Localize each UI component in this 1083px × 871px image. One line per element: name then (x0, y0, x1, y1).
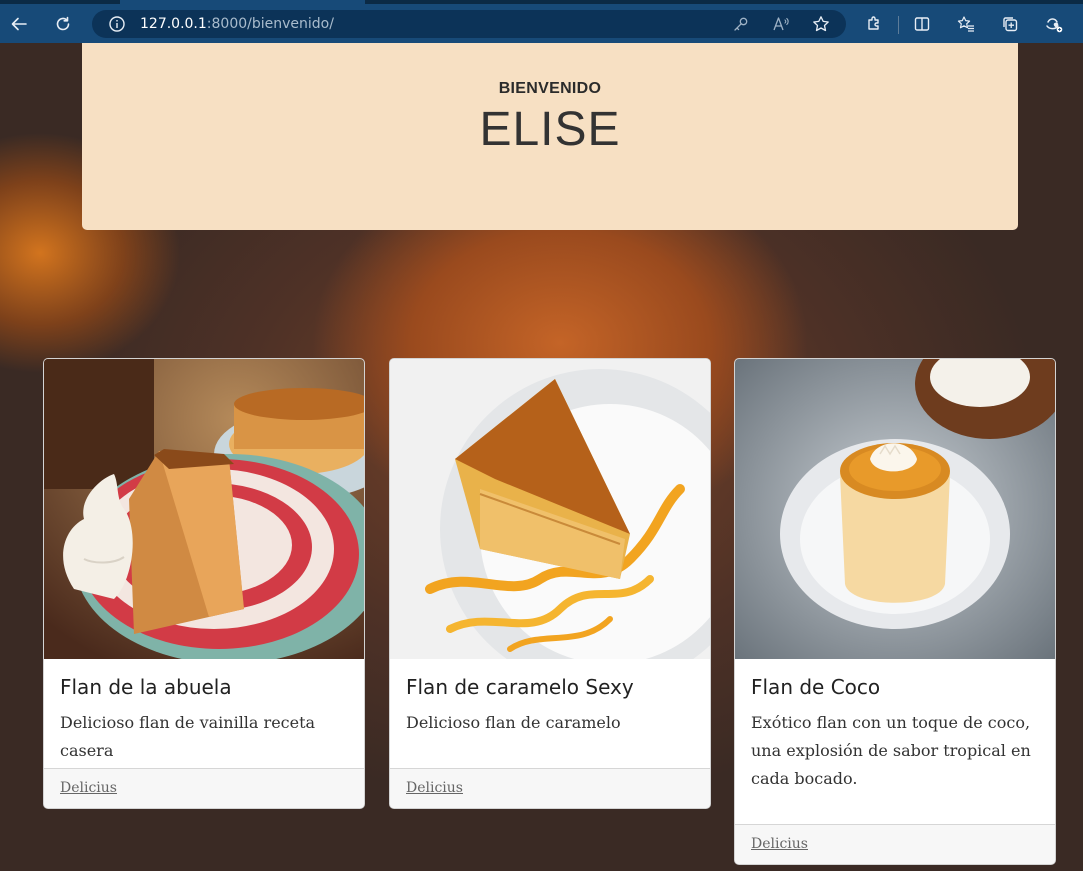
collections-button[interactable] (995, 9, 1025, 39)
card-body: Flan de caramelo Sexy Delicioso flan de … (390, 659, 710, 737)
card-link[interactable]: Delicius (406, 780, 463, 796)
toolbar-separator (898, 16, 899, 34)
card-text: Exótico flan con un toque de coco, una e… (751, 713, 1031, 788)
refresh-button[interactable] (48, 9, 78, 39)
page-background: BIENVENIDO ELISE Flan de la abuela Delic… (0, 43, 1083, 871)
refresh-icon (56, 16, 70, 31)
card-image (735, 359, 1055, 659)
user-name-heading: ELISE (479, 103, 621, 156)
back-icon (11, 17, 27, 31)
extensions-icon (868, 16, 879, 30)
copilot-button[interactable] (1039, 9, 1069, 39)
card-footer: Delicius (735, 824, 1055, 864)
card-body: Flan de Coco Exótico flan con un toque d… (735, 659, 1055, 793)
card-text: Delicioso flan de vainilla receta casera (60, 713, 316, 760)
card-footer: Delicius (390, 768, 710, 808)
card-title: Flan de la abuela (60, 675, 232, 699)
card-image (44, 359, 364, 659)
key-icon[interactable] (732, 15, 750, 33)
flan-caramelo-photo (390, 359, 710, 659)
welcome-banner: BIENVENIDO ELISE (82, 43, 1018, 230)
info-icon[interactable] (108, 15, 126, 33)
card-flan-abuela[interactable]: Flan de la abuela Delicioso flan de vain… (43, 358, 365, 809)
extensions-button[interactable] (859, 9, 889, 39)
copilot-icon (1046, 18, 1063, 33)
card-body: Flan de la abuela Delicioso flan de vain… (44, 659, 364, 765)
url-path: :8000/bienvenido/ (206, 16, 334, 32)
card-text: Delicioso flan de caramelo (406, 713, 621, 732)
browser-toolbar: 127.0.0.1:8000/bienvenido/ (0, 4, 1083, 43)
favorites-button[interactable] (951, 9, 981, 39)
card-title: Flan de Coco (751, 675, 881, 699)
card-image (390, 359, 710, 659)
favorites-icon (957, 16, 974, 32)
card-flan-coco[interactable]: Flan de Coco Exótico flan con un toque d… (734, 358, 1056, 865)
url-host: 127.0.0.1 (140, 16, 207, 32)
split-screen-icon (914, 17, 930, 31)
url-text[interactable]: 127.0.0.1:8000/bienvenido/ (140, 15, 334, 33)
welcome-subtitle: BIENVENIDO (498, 80, 602, 97)
address-bar[interactable]: 127.0.0.1:8000/bienvenido/ (92, 10, 846, 38)
card-footer: Delicius (44, 768, 364, 808)
card-flan-caramelo[interactable]: Flan de caramelo Sexy Delicioso flan de … (389, 358, 711, 809)
favorite-star-icon[interactable] (812, 15, 830, 33)
split-screen-button[interactable] (907, 9, 937, 39)
flan-coco-photo (735, 359, 1055, 659)
card-title: Flan de caramelo Sexy (406, 675, 634, 699)
back-button[interactable] (4, 9, 34, 39)
flan-abuela-photo (44, 359, 364, 659)
read-aloud-icon[interactable] (772, 15, 790, 33)
card-link[interactable]: Delicius (751, 836, 808, 852)
card-link[interactable]: Delicius (60, 780, 117, 796)
collections-icon (1003, 17, 1018, 32)
